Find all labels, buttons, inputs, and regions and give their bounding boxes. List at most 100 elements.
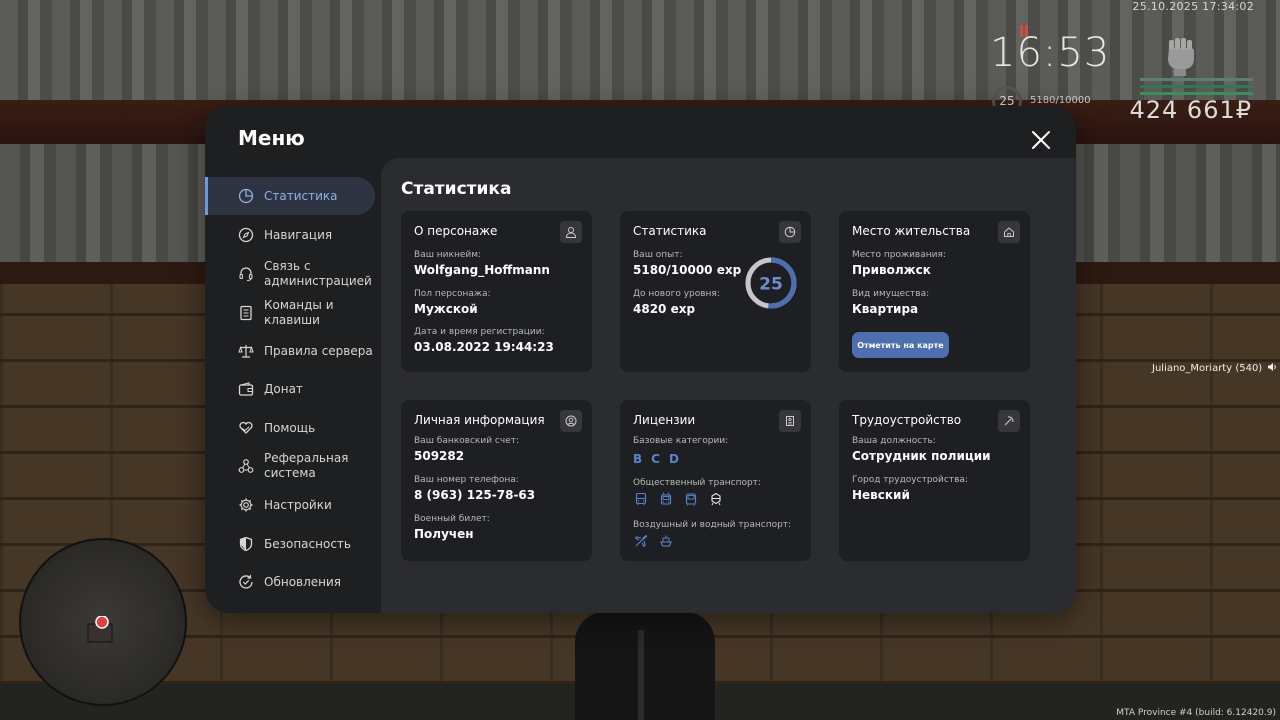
scales-icon <box>238 343 254 359</box>
bank-value: 509282 <box>414 449 465 463</box>
sidebar: Статистика Навигация Связь с администрац… <box>205 176 381 613</box>
armor-bar <box>1140 78 1253 81</box>
registration-value: 03.08.2022 19:44:23 <box>414 340 554 354</box>
sidebar-item-label: Правила сервера <box>264 343 373 358</box>
card-title: Статистика <box>633 224 707 238</box>
menu-title: Меню <box>238 126 305 150</box>
pickaxe-icon <box>998 410 1020 432</box>
sidebar-item-referral[interactable]: Реферальная система <box>205 450 375 482</box>
sidebar-item-settings[interactable]: Настройки <box>205 496 375 514</box>
hud-clock: 16:53 <box>990 30 1111 76</box>
tram-icon <box>683 491 699 507</box>
personal-info-card: Личная информация Ваш банковский счет: 5… <box>401 400 592 561</box>
stamina-bar <box>1140 92 1253 95</box>
phone-value: 8 (963) 125-78-63 <box>414 488 536 502</box>
speaker-icon <box>1267 362 1277 375</box>
close-icon <box>1032 131 1050 149</box>
heart-hands-icon <box>238 420 254 436</box>
stats-card: Статистика Ваш опыт: 5180/10000 exp До н… <box>620 211 811 372</box>
gender-label: Пол персонажа: <box>414 289 491 299</box>
pie-chart-icon <box>779 221 801 243</box>
sidebar-item-help[interactable]: Помощь <box>205 419 375 437</box>
public-transport-icons <box>633 491 724 507</box>
content-panel: Статистика О персонаже Ваш никнейм: Wolf… <box>381 158 1076 613</box>
property-type-label: Вид имущества: <box>852 289 930 299</box>
shield-icon <box>238 536 254 552</box>
card-title: Трудоустройство <box>852 413 962 427</box>
sidebar-item-label: Связь с администрацией <box>264 259 372 288</box>
hud-money: 424 661₽ <box>1129 96 1252 124</box>
card-title: О персонаже <box>414 224 498 238</box>
sidebar-item-navigation[interactable]: Навигация <box>205 226 375 244</box>
house-icon <box>998 221 1020 243</box>
air-water-transport-icons <box>633 533 674 549</box>
next-level-label: До нового уровня: <box>633 289 720 299</box>
compass-icon <box>238 227 254 243</box>
residence-place-value: Приволжск <box>852 263 931 277</box>
user-icon <box>560 221 582 243</box>
sidebar-item-rules[interactable]: Правила сервера <box>205 342 375 360</box>
sidebar-item-label: Реферальная система <box>264 451 349 480</box>
sidebar-item-security[interactable]: Безопасность <box>205 535 375 553</box>
card-title: Место жительства <box>852 224 971 238</box>
boat-icon <box>658 533 674 549</box>
wallet-icon <box>238 381 254 397</box>
mark-on-map-button[interactable]: Отметить на карте <box>852 332 949 358</box>
user-circle-icon <box>560 410 582 432</box>
gender-value: Мужской <box>414 302 478 316</box>
military-value: Получен <box>414 527 474 541</box>
gear-icon <box>238 497 254 513</box>
air-water-transport-label: Воздушный и водный транспорт: <box>633 520 792 530</box>
sidebar-item-label: Статистика <box>264 188 338 203</box>
next-level-value: 4820 exp <box>633 302 696 316</box>
exp-value: 5180/10000 exp <box>633 263 742 277</box>
card-title: Лицензии <box>633 413 696 427</box>
sidebar-item-label: Помощь <box>264 420 316 435</box>
sidebar-item-label: Донат <box>264 381 303 396</box>
position-value: Сотрудник полиции <box>852 449 991 463</box>
sidebar-item-updates[interactable]: Обновления <box>205 573 375 591</box>
close-button[interactable] <box>1029 128 1053 152</box>
level-progress-ring: 25 <box>745 257 797 309</box>
employment-card: Трудоустройство Ваша должность: Сотрудни… <box>839 400 1030 561</box>
location-marker-icon <box>86 615 116 644</box>
nickname-value: Wolfgang_Hoffmann <box>414 263 550 277</box>
build-info: MTA Province #4 (build: 6.12420.9) <box>1116 708 1276 718</box>
menu-window: Меню Статистика Навигация Связь с админи… <box>205 106 1076 613</box>
residence-place-label: Место проживания: <box>852 250 946 260</box>
property-type-value: Квартира <box>852 302 919 316</box>
hud-exp: 5180/10000 <box>1030 95 1091 106</box>
nametag-text: Juliano_Moriarty (540) <box>1152 363 1263 374</box>
card-title: Личная информация <box>414 413 545 427</box>
phone-label: Ваш номер телефона: <box>414 475 519 485</box>
licenses-card: Лицензии Базовые категории: B C D Общест… <box>620 400 811 561</box>
refresh-check-icon <box>238 574 254 590</box>
nickname-label: Ваш никнейм: <box>414 250 482 260</box>
health-bar <box>1140 85 1253 88</box>
bus-icon <box>633 491 649 507</box>
base-categories-label: Базовые категории: <box>633 436 729 446</box>
work-city-label: Город трудоустройства: <box>852 475 968 485</box>
train-icon <box>708 491 724 507</box>
airplane-icon <box>633 533 649 549</box>
headset-icon <box>238 266 254 282</box>
license-category: B <box>633 452 644 466</box>
sidebar-item-statistics[interactable]: Статистика <box>205 177 375 215</box>
bank-label: Ваш банковский счет: <box>414 436 520 446</box>
document-icon <box>238 305 254 321</box>
license-categories: B C D <box>633 452 680 466</box>
sidebar-item-label: Команды и клавиши <box>264 298 334 327</box>
work-city-value: Невский <box>852 488 910 502</box>
sidebar-item-label: Навигация <box>264 227 333 242</box>
public-transport-label: Общественный транспорт: <box>633 478 761 488</box>
license-card-icon <box>779 410 801 432</box>
military-label: Военный билет: <box>414 514 490 524</box>
registration-label: Дата и время регистрации: <box>414 327 545 337</box>
sidebar-item-donate[interactable]: Донат <box>205 380 375 398</box>
exp-label: Ваш опыт: <box>633 250 683 260</box>
sidebar-item-admin-contact[interactable]: Связь с администрацией <box>205 258 375 290</box>
trolleybus-icon <box>658 491 674 507</box>
residence-card: Место жительства Место проживания: Приво… <box>839 211 1030 372</box>
sidebar-item-label: Настройки <box>264 497 332 512</box>
sidebar-item-commands[interactable]: Команды и клавиши <box>205 297 375 329</box>
